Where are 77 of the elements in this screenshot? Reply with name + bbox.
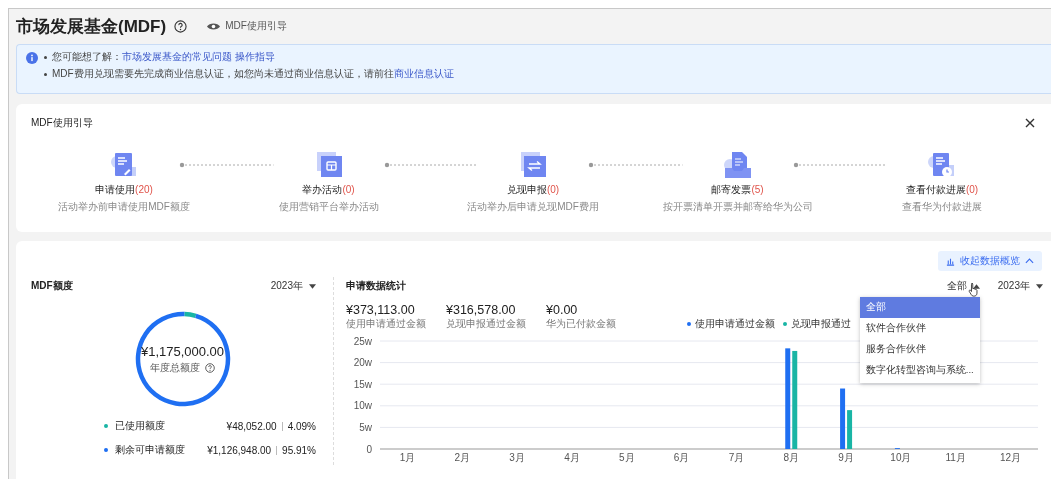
axis-label: 2月 bbox=[454, 452, 471, 463]
step-title[interactable]: 举办活动(0) bbox=[302, 183, 355, 197]
step-title[interactable]: 申请使用(20) bbox=[95, 183, 153, 197]
notice-link[interactable]: 商业信息认证 bbox=[393, 68, 454, 79]
legend-percent: 4.09% bbox=[287, 420, 316, 432]
total-amount: ¥1,175,000.00 bbox=[140, 343, 225, 359]
legend-label: 已使用额度 bbox=[114, 419, 166, 433]
notice-link[interactable]: 市场发展基金的常见问题 bbox=[122, 51, 232, 62]
year-select[interactable]: 2023年 bbox=[270, 279, 316, 293]
eye-icon bbox=[207, 21, 221, 31]
legend-label: 使用申请通过金额 bbox=[695, 317, 775, 331]
hand-cursor-icon bbox=[967, 282, 979, 297]
axis-label: 10月 bbox=[890, 452, 912, 463]
notice-text: 您可能想了解：市场发展基金的常见问题 操作指导 bbox=[52, 50, 275, 64]
dropdown-option[interactable]: 服务合作伙伴 bbox=[859, 339, 980, 360]
notice-link[interactable]: 操作指导 bbox=[234, 51, 275, 62]
category-select[interactable]: 全部 bbox=[946, 279, 980, 293]
axis-label: 12月 bbox=[1000, 452, 1022, 463]
amount-value: ¥316,578.00 bbox=[446, 303, 517, 317]
swap-document-icon[interactable] bbox=[518, 150, 548, 180]
amount-value: ¥373,113.00 bbox=[346, 303, 416, 317]
amount-label: 华为已付款金额 bbox=[546, 317, 616, 331]
help-icon[interactable] bbox=[205, 362, 215, 373]
amount-label: 使用申请通过金额 bbox=[346, 317, 426, 331]
step-description: 使用营销平台举办活动 bbox=[278, 200, 379, 214]
amount-value: ¥0.00 bbox=[546, 303, 579, 317]
axis-label: 5月 bbox=[618, 452, 635, 463]
bar-chart-icon bbox=[946, 256, 955, 266]
legend-amount: ¥48,052.00 bbox=[225, 420, 277, 432]
legend-label: 兑现申报通过 bbox=[791, 317, 851, 331]
info-icon bbox=[26, 52, 38, 64]
axis-label: 25w bbox=[353, 335, 372, 347]
step-description: 活动举办前申请使用MDF额度 bbox=[58, 200, 190, 214]
caret-up-icon bbox=[972, 283, 980, 289]
axis-label: 8月 bbox=[783, 452, 800, 463]
year-select[interactable]: 2023年 bbox=[997, 279, 1043, 293]
chevron-up-icon bbox=[1025, 258, 1034, 264]
axis-label: 20w bbox=[353, 357, 372, 369]
step-description: 活动举办后申请兑现MDF费用 bbox=[467, 200, 599, 214]
bullet-icon bbox=[44, 72, 47, 76]
axis-label: 7月 bbox=[728, 452, 745, 463]
axis-label: 9月 bbox=[838, 452, 854, 463]
notice-text: MDF费用兑现需要先完成商业信息认证，如您尚未通过商业信息认证，请前往商业信息认证 bbox=[52, 67, 454, 81]
caret-down-icon bbox=[1036, 283, 1043, 289]
axis-label: 15w bbox=[353, 378, 372, 390]
legend-percent: 95.91% bbox=[282, 444, 316, 456]
panel-title: 申请数据统计 bbox=[346, 279, 406, 293]
step-description: 查看华为付款进展 bbox=[902, 200, 982, 214]
dropdown-option[interactable]: 全部 bbox=[859, 297, 980, 318]
caret-down-icon bbox=[309, 283, 316, 289]
close-icon[interactable] bbox=[1025, 118, 1035, 128]
step-title[interactable]: 邮寄发票(5) bbox=[711, 183, 764, 197]
axis-label: 4月 bbox=[564, 452, 580, 463]
axis-label: 3月 bbox=[509, 452, 525, 463]
axis-label: 5w bbox=[359, 421, 372, 433]
document-tray-icon[interactable] bbox=[722, 150, 753, 180]
legend-amount: ¥1,126,948.00 bbox=[206, 444, 272, 456]
axis-label: 1月 bbox=[399, 452, 416, 463]
total-label: 年度总额度 bbox=[150, 360, 200, 375]
dropdown-option[interactable]: 软件合作伙伴 bbox=[859, 318, 980, 339]
card-title: MDF使用引导 bbox=[31, 116, 93, 130]
collapse-button[interactable]: 收起数据概览 bbox=[938, 251, 1042, 271]
step-description: 按开票清单开票并邮寄给华为公司 bbox=[662, 200, 813, 214]
axis-label: 6月 bbox=[673, 452, 690, 463]
step-title[interactable]: 兑现申报(0) bbox=[506, 183, 560, 197]
help-icon[interactable] bbox=[174, 19, 188, 33]
legend-label: 剩余可申请额度 bbox=[114, 443, 186, 457]
dropdown-option[interactable]: 数字化转型咨询与系统... bbox=[859, 360, 980, 381]
panel-title: MDF额度 bbox=[31, 279, 73, 293]
amount-label: 兑现申报通过金额 bbox=[446, 317, 526, 331]
bullet-icon bbox=[44, 55, 47, 59]
axis-label: 0 bbox=[366, 443, 372, 455]
page-title: 市场发展基金(MDF) bbox=[16, 15, 167, 38]
axis-label: 11月 bbox=[945, 452, 966, 463]
axis-label: 10w bbox=[353, 400, 372, 412]
guide-link[interactable]: MDF使用引导 bbox=[207, 19, 287, 33]
step-title[interactable]: 查看付款进展(0) bbox=[905, 183, 979, 197]
